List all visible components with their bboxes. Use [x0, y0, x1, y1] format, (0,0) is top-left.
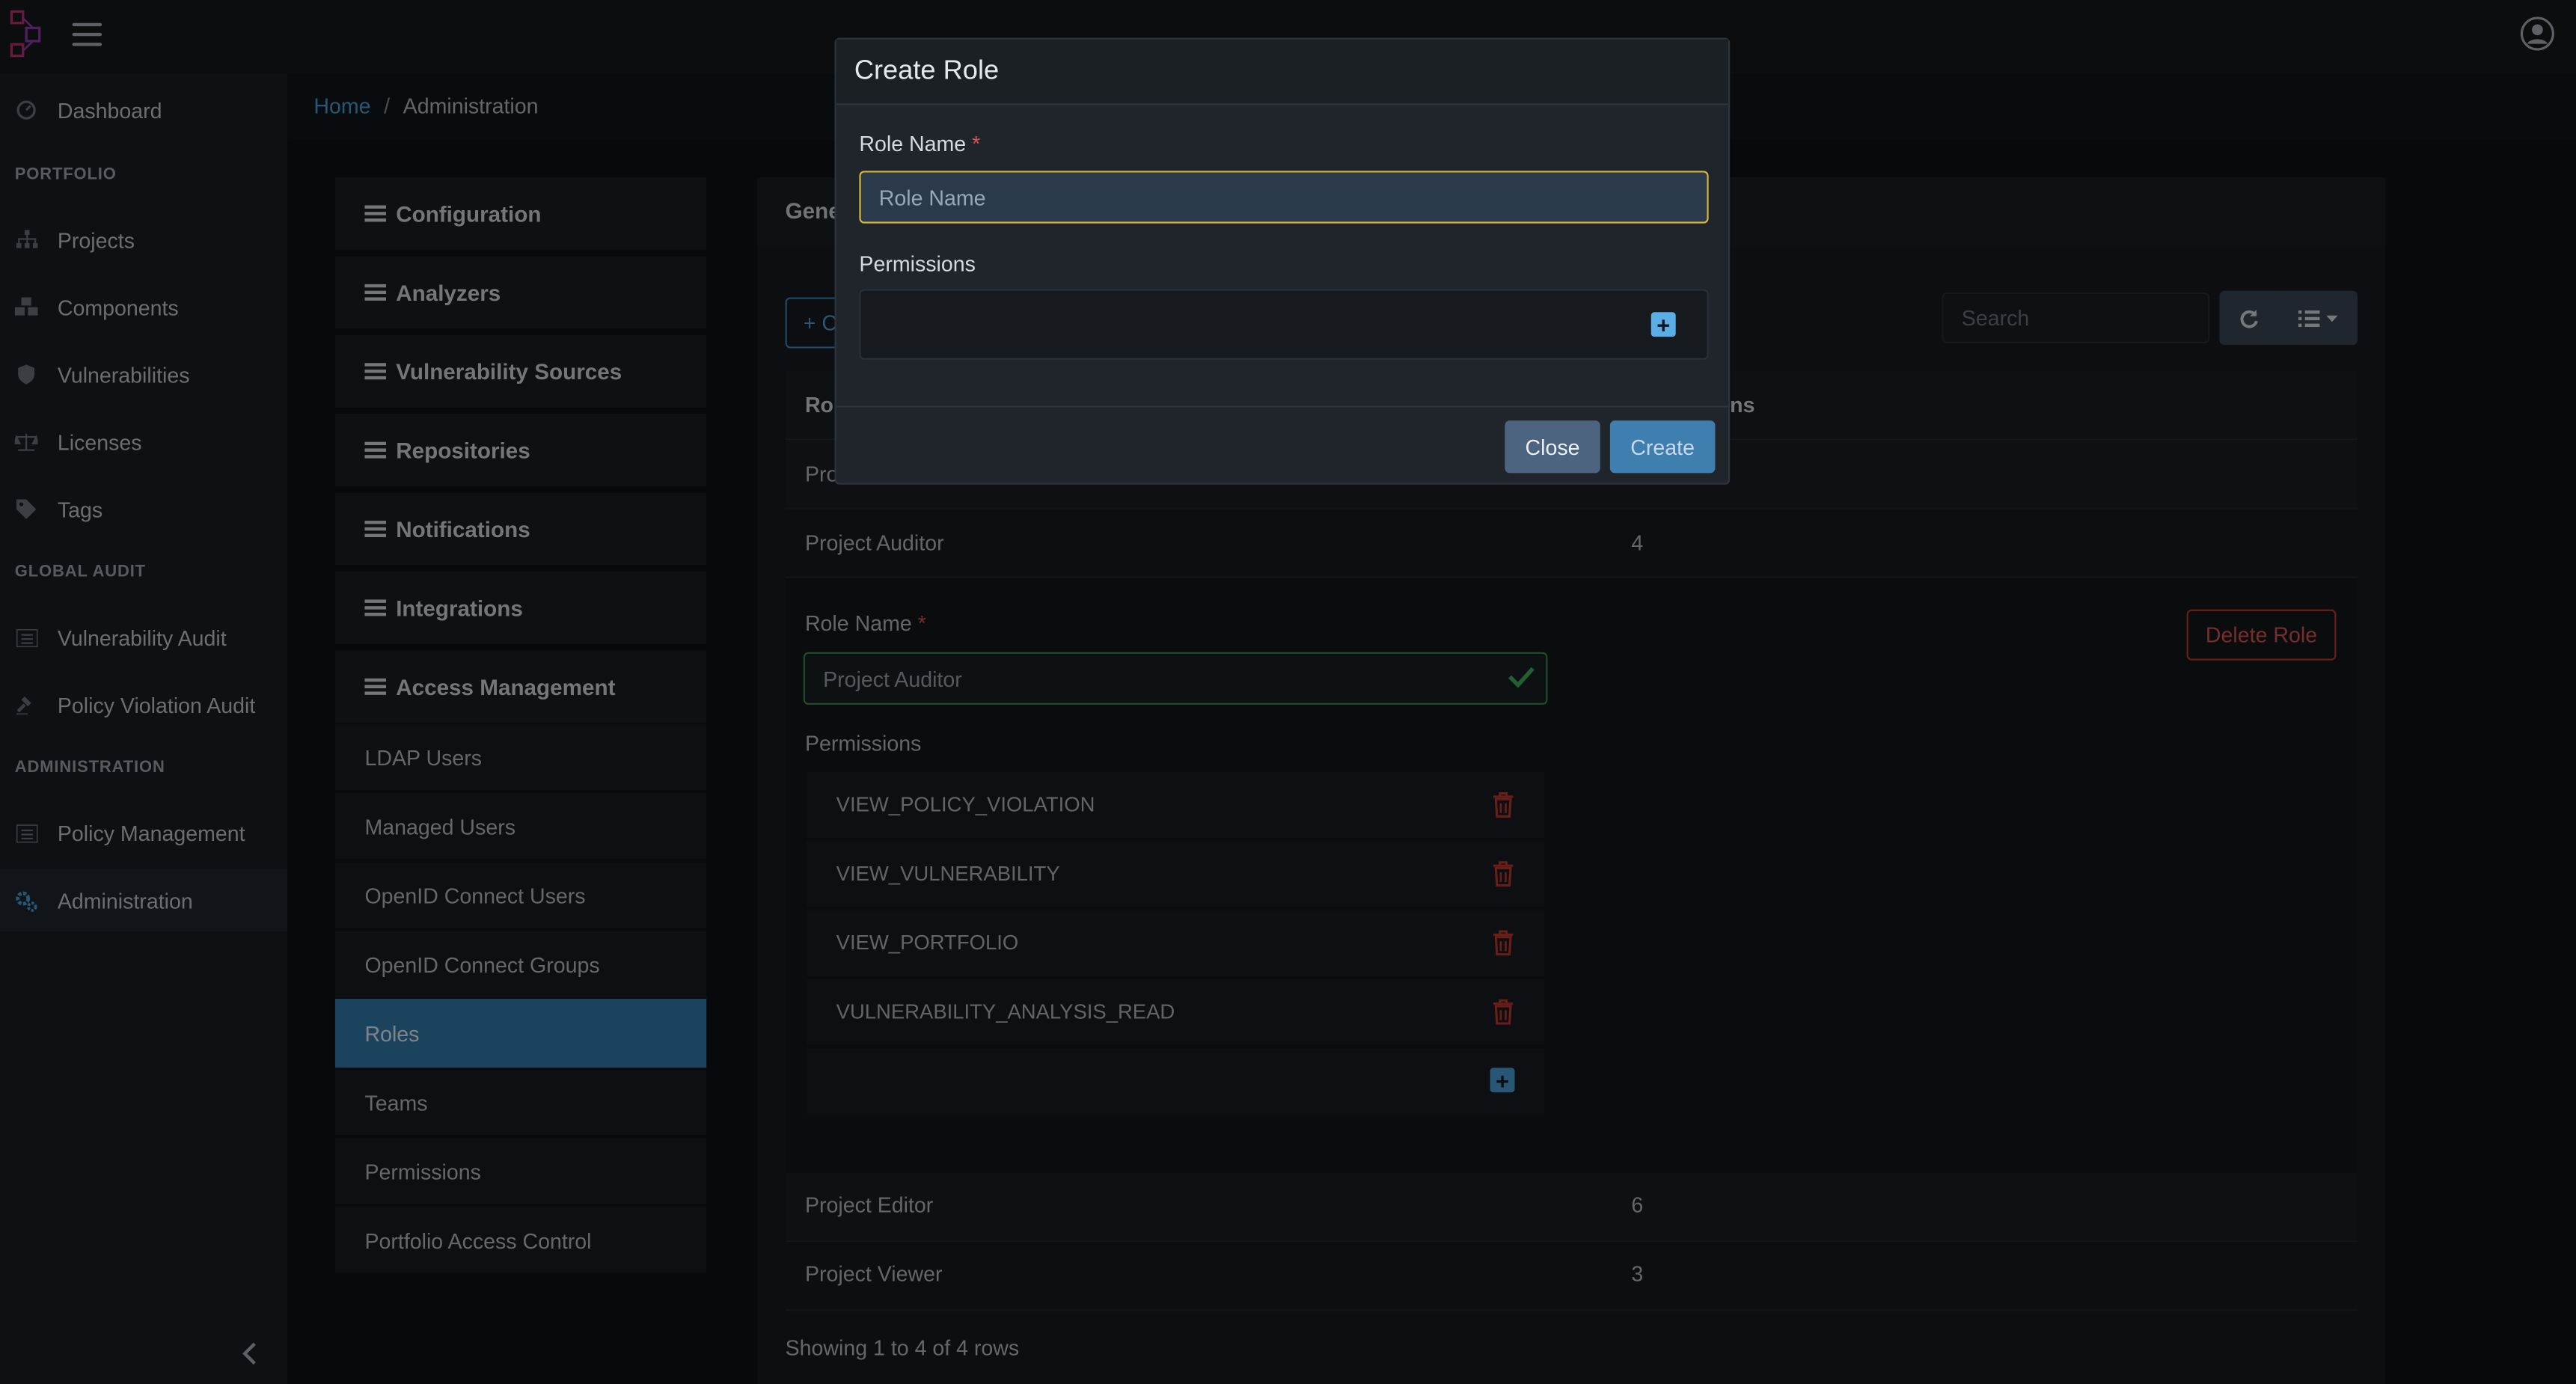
modal-role-name-label-text: Role Name: [859, 131, 967, 156]
create-button[interactable]: Create: [1609, 420, 1716, 474]
modal-permissions-field: [859, 289, 1709, 360]
modal-role-name-label: Role Name *: [859, 132, 980, 156]
app-root: Dashboard PORTFOLIO Projects Components …: [0, 0, 2576, 1384]
create-role-modal: Create Role Role Name * Role Name Permis…: [834, 37, 1731, 485]
role-name-input[interactable]: Role Name: [859, 171, 1709, 224]
modal-permissions-label: Permissions: [859, 251, 976, 276]
modal-header: Create Role: [836, 39, 1728, 105]
modal-title: Create Role: [854, 55, 1000, 86]
required-mark: *: [972, 131, 981, 156]
close-button[interactable]: Close: [1505, 420, 1600, 474]
add-permission-icon[interactable]: +: [1650, 312, 1676, 337]
